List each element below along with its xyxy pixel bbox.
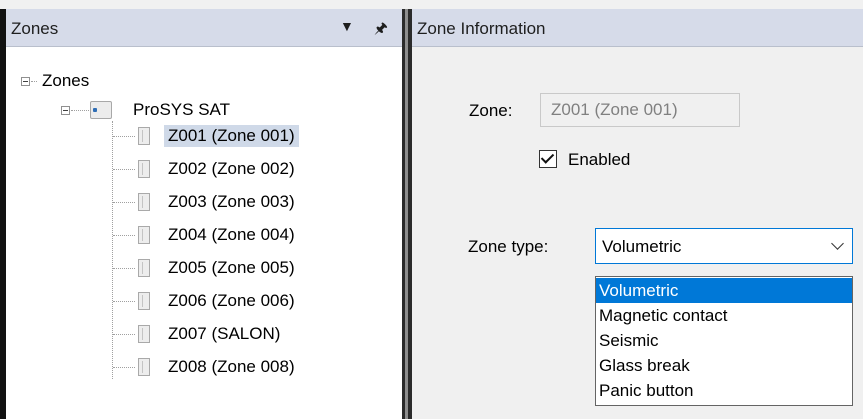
zones-pane-title: Zones bbox=[11, 19, 59, 38]
zone-type-option[interactable]: Glass break bbox=[596, 353, 852, 378]
panel-device-icon bbox=[90, 101, 112, 119]
top-strip bbox=[0, 0, 863, 9]
zone-field[interactable]: Z001 (Zone 001) bbox=[540, 93, 740, 127]
zone-type-dropdown-list: Volumetric Magnetic contact Seismic Glas… bbox=[595, 276, 853, 406]
zones-tree: Zones ProSYS SAT Z001 (Zone 001) Z002 (Z… bbox=[6, 47, 402, 419]
collapse-icon[interactable] bbox=[61, 106, 70, 115]
zones-pane-header: Zones ▼ 🖈 bbox=[6, 9, 402, 47]
tree-zone-item[interactable]: Z008 (Zone 008) bbox=[164, 356, 299, 378]
zone-type-option[interactable]: Magnetic contact bbox=[596, 303, 852, 328]
zone-information-pane: Zone Information Zone: Z001 (Zone 001) E… bbox=[412, 9, 863, 419]
zone-information-title: Zone Information bbox=[417, 19, 546, 38]
tree-zone-item[interactable]: Z005 (Zone 005) bbox=[164, 257, 299, 279]
tree-connector bbox=[71, 110, 89, 111]
tree-connector bbox=[113, 169, 135, 170]
tree-zone-item[interactable]: Z006 (Zone 006) bbox=[164, 290, 299, 312]
zone-type-option[interactable]: Seismic bbox=[596, 328, 852, 353]
zone-sensor-icon bbox=[138, 193, 150, 211]
tree-connector bbox=[112, 121, 113, 379]
zone-type-label: Zone type: bbox=[468, 237, 549, 256]
tree-device-prosys[interactable]: ProSYS SAT bbox=[129, 99, 234, 121]
zone-type-option[interactable]: Panic button bbox=[596, 378, 852, 403]
collapse-icon[interactable] bbox=[21, 77, 30, 86]
zone-label: Zone: bbox=[469, 101, 513, 120]
tree-connector bbox=[113, 334, 135, 335]
zone-sensor-icon bbox=[138, 259, 150, 277]
zone-sensor-icon bbox=[138, 226, 150, 244]
zone-sensor-icon bbox=[138, 292, 150, 310]
tree-zone-item[interactable]: Z003 (Zone 003) bbox=[164, 191, 299, 213]
caret-down-icon[interactable]: ▼ bbox=[340, 18, 354, 34]
zones-pane: Zones ▼ 🖈 Zones ProSYS SAT Z001 (Zone 00… bbox=[6, 9, 402, 419]
tree-zone-item[interactable]: Z004 (Zone 004) bbox=[164, 224, 299, 246]
tree-connector bbox=[113, 367, 135, 368]
tree-connector bbox=[113, 235, 135, 236]
chevron-down-icon bbox=[831, 237, 844, 250]
tree-zone-item[interactable]: Z002 (Zone 002) bbox=[164, 158, 299, 180]
tree-connector bbox=[113, 301, 135, 302]
tree-connector bbox=[31, 81, 37, 82]
zone-sensor-icon bbox=[138, 325, 150, 343]
zone-sensor-icon bbox=[138, 127, 150, 145]
zone-sensor-icon bbox=[138, 160, 150, 178]
tree-zone-item[interactable]: Z001 (Zone 001) bbox=[164, 125, 299, 147]
pane-splitter[interactable] bbox=[402, 9, 412, 419]
tree-connector bbox=[113, 136, 135, 137]
enabled-label[interactable]: Enabled bbox=[568, 150, 630, 170]
zone-type-option[interactable]: Volumetric bbox=[596, 278, 852, 303]
pin-icon[interactable]: 🖈 bbox=[374, 18, 388, 43]
tree-connector bbox=[113, 202, 135, 203]
tree-zone-item[interactable]: Z007 (SALON) bbox=[164, 323, 284, 345]
tree-root-zones[interactable]: Zones bbox=[38, 70, 93, 92]
zone-sensor-icon bbox=[138, 358, 150, 376]
zone-type-select[interactable]: Volumetric bbox=[595, 228, 853, 264]
tree-connector bbox=[113, 268, 135, 269]
checkmark-icon bbox=[540, 150, 555, 164]
zone-information-header: Zone Information bbox=[412, 9, 863, 47]
zone-type-selected: Volumetric bbox=[602, 237, 682, 256]
enabled-checkbox[interactable] bbox=[539, 150, 557, 168]
